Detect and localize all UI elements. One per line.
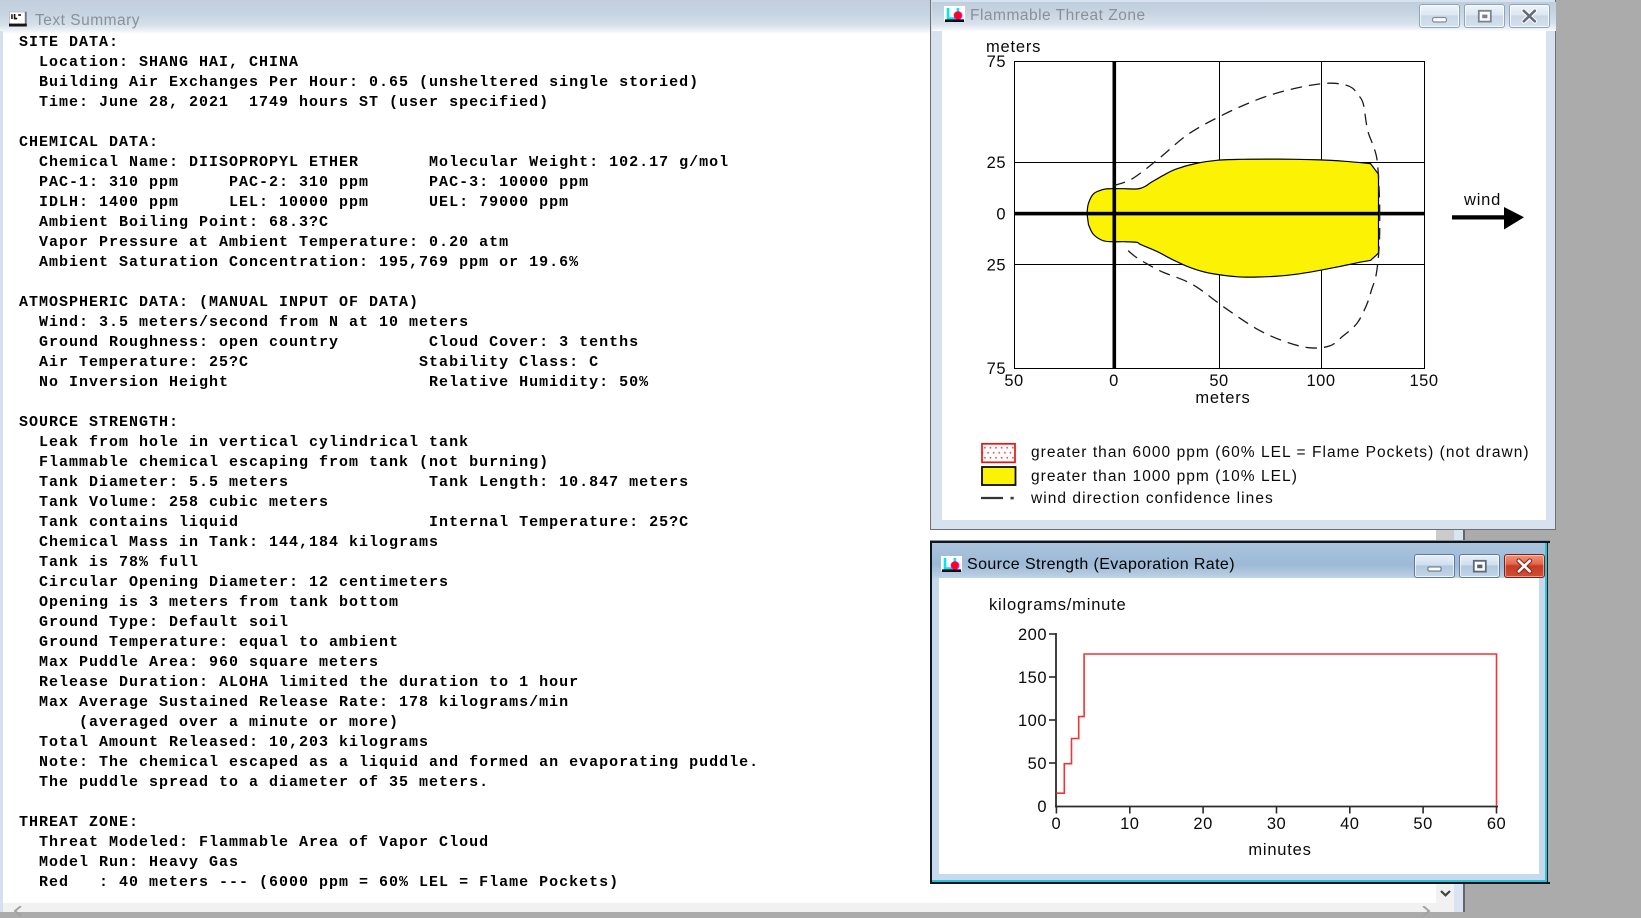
svg-text:kilograms/minute: kilograms/minute — [989, 596, 1127, 614]
svg-text:25: 25 — [987, 154, 1006, 172]
svg-text:10: 10 — [1120, 815, 1139, 833]
svg-text:20: 20 — [1193, 815, 1212, 833]
svg-text:150: 150 — [1409, 372, 1438, 390]
svg-text:0: 0 — [1037, 798, 1047, 816]
svg-text:50: 50 — [1004, 372, 1023, 390]
svg-text:50: 50 — [1413, 815, 1432, 833]
svg-text:30: 30 — [1267, 815, 1286, 833]
svg-text:0: 0 — [1052, 815, 1062, 833]
svg-text:0: 0 — [1109, 372, 1119, 390]
svg-text:50: 50 — [1028, 755, 1047, 773]
svg-text:meters: meters — [1195, 389, 1250, 407]
svg-text:200: 200 — [1018, 626, 1047, 644]
svg-text:75: 75 — [987, 53, 1006, 71]
svg-text:greater than 1000 ppm (10% LEL: greater than 1000 ppm (10% LEL) — [1031, 468, 1298, 485]
svg-text:150: 150 — [1018, 669, 1047, 687]
svg-text:0: 0 — [996, 206, 1006, 224]
svg-text:greater than 6000 ppm (60% LEL: greater than 6000 ppm (60% LEL = Flame P… — [1031, 444, 1530, 461]
svg-text:minutes: minutes — [1248, 841, 1311, 859]
svg-text:25: 25 — [987, 257, 1006, 275]
svg-text:wind direction confidence line: wind direction confidence lines — [1030, 490, 1274, 507]
svg-text:75: 75 — [987, 360, 1006, 378]
svg-text:100: 100 — [1306, 372, 1335, 390]
svg-text:wind: wind — [1463, 191, 1501, 209]
svg-text:60: 60 — [1487, 815, 1506, 833]
svg-text:100: 100 — [1018, 712, 1047, 730]
svg-text:40: 40 — [1340, 815, 1359, 833]
svg-text:50: 50 — [1209, 372, 1228, 390]
